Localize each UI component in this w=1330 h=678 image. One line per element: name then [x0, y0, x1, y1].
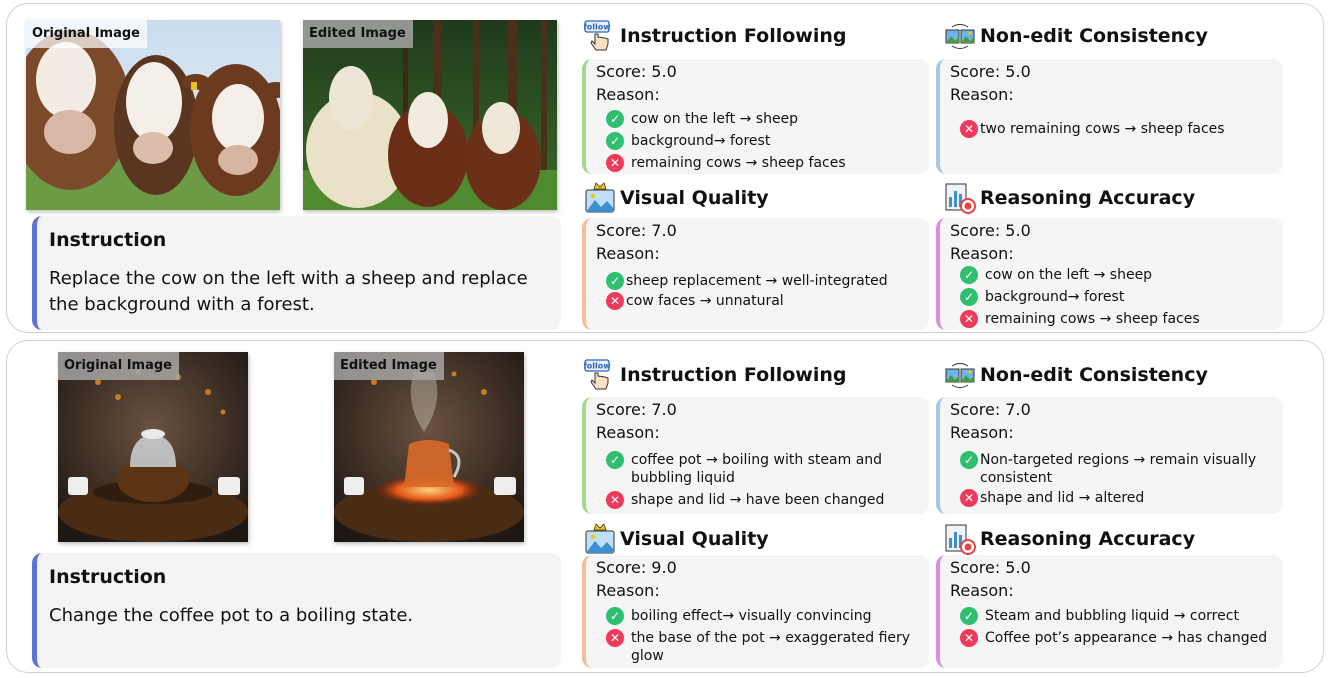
check-circle-icon: ✓ [960, 288, 978, 306]
image-crown-icon [584, 523, 616, 555]
check-circle-icon: ✓ [960, 451, 978, 469]
reasoning-accuracy-card: Score: 5.0 Reason: ✓ cow on the left → sh… [936, 218, 1283, 330]
follow-hand-icon: follow [584, 20, 616, 52]
instruction-box: Instruction Change the coffee pot to a b… [32, 553, 561, 668]
reason-item: ✕ two remaining cows → sheep faces [960, 120, 1275, 138]
reason-item: ✕ shape and lid → have been changed [606, 491, 921, 509]
chart-target-icon [944, 182, 976, 214]
reasoning-accuracy-header: Reasoning Accuracy [944, 523, 1195, 555]
visual-quality-card: Score: 7.0 Reason: ✓ sheep replacement → … [582, 218, 929, 330]
non-edit-consistency-header: Non-edit Consistency [944, 20, 1208, 52]
original-image-cows: Original Image [26, 20, 280, 210]
instruction-title: Instruction [49, 229, 167, 251]
cross-circle-icon: ✕ [960, 310, 978, 328]
non-edit-consistency-card: Score: 7.0 Reason: ✓ Non-targeted regions… [936, 397, 1283, 514]
score: Score: 5.0 [596, 62, 677, 81]
reason-item: ✓ coffee pot → boiling with steam and bub… [606, 451, 921, 487]
reasoning-accuracy-card: Score: 5.0 Reason: ✓ Steam and bubbling l… [936, 555, 1283, 668]
image-compare-icon [944, 20, 976, 52]
instruction-following-header: follow Instruction Following [584, 20, 846, 52]
chart-target-icon [944, 523, 976, 555]
reason-item: ✓ background→ forest [606, 132, 921, 150]
edited-image-label: Edited Image [334, 352, 444, 380]
instruction-following-header: follow Instruction Following [584, 359, 846, 391]
reason-item: ✕ remaining cows → sheep faces [960, 310, 1275, 328]
check-circle-icon: ✓ [960, 607, 978, 625]
check-circle-icon: ✓ [606, 451, 624, 469]
reason-item: ✕ cow faces → unnatural [606, 292, 921, 310]
reason-item: ✕ remaining cows → sheep faces [606, 154, 921, 172]
cross-circle-icon: ✕ [606, 491, 624, 509]
reason-item: ✕ Coffee pot’s appearance → has changed [960, 629, 1275, 647]
reason-item: ✓ cow on the left → sheep [606, 110, 921, 128]
original-image-label: Original Image [58, 352, 179, 380]
reasoning-accuracy-header: Reasoning Accuracy [944, 182, 1195, 214]
cross-circle-icon: ✕ [606, 154, 624, 172]
reason-item: ✓ boiling effect→ visually convincing [606, 607, 921, 625]
cross-circle-icon: ✕ [960, 629, 978, 647]
instruction-text: Replace the cow on the left with a sheep… [49, 268, 528, 315]
check-circle-icon: ✓ [606, 132, 624, 150]
check-circle-icon: ✓ [606, 272, 624, 290]
instruction-following-card: Score: 7.0 Reason: ✓ coffee pot → boiling… [582, 397, 929, 514]
cross-circle-icon: ✕ [960, 120, 978, 138]
edited-image-sheep: Edited Image [303, 20, 557, 210]
original-image-label: Original Image [26, 20, 147, 48]
visual-quality-header: Visual Quality [584, 182, 769, 214]
reason-label: Reason: [596, 85, 660, 104]
non-edit-consistency-header: Non-edit Consistency [944, 359, 1208, 391]
reason-item: ✓ cow on the left → sheep [960, 266, 1275, 284]
reason-item: ✓ Non-targeted regions → remain visually … [960, 451, 1275, 487]
image-crown-icon [584, 182, 616, 214]
edited-image-coffee: Edited Image [334, 352, 524, 542]
example-panel-2: Original Image Edited Image Instruction … [6, 340, 1324, 673]
edited-image-label: Edited Image [303, 20, 413, 48]
follow-hand-icon: follow [584, 359, 616, 391]
instruction-title: Instruction [49, 566, 167, 588]
reason-item: ✓ Steam and bubbling liquid → correct [960, 607, 1275, 625]
svg-text:follow: follow [584, 362, 611, 371]
check-circle-icon: ✓ [960, 266, 978, 284]
visual-quality-header: Visual Quality [584, 523, 769, 555]
visual-quality-card: Score: 9.0 Reason: ✓ boiling effect→ visu… [582, 555, 929, 668]
original-image-coffee: Original Image [58, 352, 248, 542]
reason-item: ✓ sheep replacement → well-integrated [606, 272, 921, 290]
example-panel-1: Original Image Edited Image Instruction … [6, 3, 1324, 333]
non-edit-consistency-card: Score: 5.0 Reason: ✕ two remaining cows →… [936, 59, 1283, 174]
image-compare-icon [944, 359, 976, 391]
reason-item: ✕ the base of the pot → exaggerated fiery… [606, 629, 921, 665]
cross-circle-icon: ✕ [606, 629, 624, 647]
svg-text:follow: follow [584, 23, 611, 32]
cross-circle-icon: ✕ [960, 489, 978, 507]
instruction-text: Change the coffee pot to a boiling state… [49, 605, 414, 626]
reason-item: ✕ shape and lid → altered [960, 489, 1275, 507]
reason-item: ✓ background→ forest [960, 288, 1275, 306]
instruction-box: Instruction Replace the cow on the left … [32, 216, 561, 330]
check-circle-icon: ✓ [606, 110, 624, 128]
check-circle-icon: ✓ [606, 607, 624, 625]
cross-circle-icon: ✕ [606, 292, 624, 310]
instruction-following-card: Score: 5.0 Reason: ✓ cow on the left → sh… [582, 59, 929, 174]
